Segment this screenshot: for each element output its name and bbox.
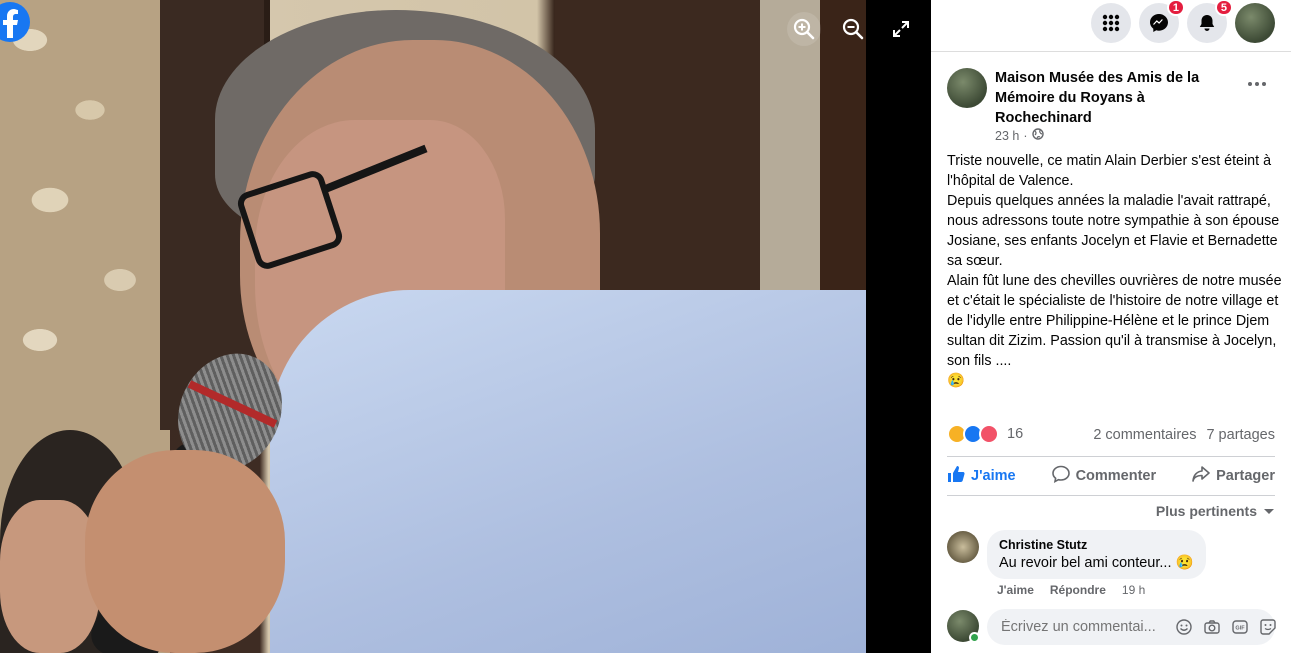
- more-options-icon[interactable]: [1245, 72, 1269, 96]
- zoom-in-icon[interactable]: [787, 12, 821, 46]
- gif-icon[interactable]: GIF: [1231, 618, 1249, 636]
- reactions-summary[interactable]: 16: [947, 424, 1023, 444]
- messenger-icon[interactable]: 1: [1139, 0, 1185, 43]
- sticker-icon[interactable]: [1259, 618, 1277, 636]
- comment-input[interactable]: [999, 618, 1169, 636]
- comment-reply-link[interactable]: Répondre: [1050, 583, 1106, 597]
- post-meta: 23 h ·: [995, 128, 1044, 143]
- comment-author[interactable]: Christine Stutz: [999, 538, 1194, 552]
- comment-bubble: Christine Stutz Au revoir bel ami conteu…: [987, 530, 1206, 579]
- commenter-avatar[interactable]: [947, 531, 979, 563]
- comment-bubble-icon: [1051, 465, 1070, 487]
- post-actions: J'aime Commenter Partager: [947, 456, 1275, 496]
- messenger-badge: 1: [1166, 0, 1185, 16]
- reaction-count: 16: [1007, 426, 1024, 442]
- post-paragraph: Depuis quelques années la maladie l'avai…: [947, 193, 1280, 269]
- sort-label: Plus pertinents: [1155, 503, 1257, 519]
- write-comment-box: GIF: [987, 609, 1277, 645]
- comment-label: Commenter: [1075, 468, 1157, 484]
- facebook-logo-icon[interactable]: [0, 2, 30, 42]
- notifications-badge: 5: [1214, 0, 1233, 16]
- caret-down-icon: [1263, 503, 1275, 519]
- comment-like-link[interactable]: J'aime: [997, 583, 1034, 597]
- post-time[interactable]: 23 h: [995, 129, 1019, 143]
- svg-text:GIF: GIF: [1235, 626, 1245, 632]
- account-avatar[interactable]: [1235, 3, 1275, 43]
- like-button[interactable]: J'aime: [947, 465, 1016, 487]
- thumbs-up-icon: [947, 465, 965, 487]
- page-name[interactable]: Maison Musée des Amis de la Mémoire du R…: [995, 68, 1215, 128]
- share-button[interactable]: Partager: [1192, 465, 1275, 487]
- comment-sort-dropdown[interactable]: Plus pertinents: [1156, 503, 1275, 519]
- globe-icon: [1031, 128, 1044, 143]
- share-label: Partager: [1216, 468, 1275, 484]
- comment-emoji: 😢: [1175, 555, 1194, 571]
- post-stats: 2 commentaires 7 partages: [1093, 427, 1275, 443]
- emoji-icon[interactable]: [1175, 618, 1193, 636]
- share-arrow-icon: [1192, 465, 1210, 487]
- comment-tools: GIF: [1175, 618, 1277, 636]
- menu-grid-icon[interactable]: [1091, 3, 1131, 43]
- post-paragraph: Alain fût lune des chevilles ouvrières d…: [947, 273, 1282, 369]
- post-emoji: 😢: [947, 373, 965, 389]
- post-paragraph: Triste nouvelle, ce matin Alain Derbier …: [947, 153, 1272, 189]
- zoom-out-icon[interactable]: [836, 12, 870, 46]
- camera-icon[interactable]: [1203, 618, 1221, 636]
- comment-actions: J'aime Répondre 19 h: [997, 583, 1145, 597]
- comment-button[interactable]: Commenter: [1051, 465, 1157, 487]
- comment-text: Au revoir bel ami conteur... 😢: [999, 554, 1194, 572]
- photo-viewer: [0, 0, 931, 653]
- comments-count[interactable]: 2 commentaires: [1093, 427, 1196, 443]
- online-status-dot: [969, 632, 980, 643]
- shares-count[interactable]: 7 partages: [1206, 427, 1275, 443]
- post-side-panel: 1 5 Maison Musée des Amis de la Mémoire …: [931, 0, 1291, 653]
- like-label: J'aime: [971, 468, 1016, 484]
- page-avatar[interactable]: [947, 68, 987, 108]
- post-photo: [0, 0, 866, 653]
- fullscreen-icon[interactable]: [884, 12, 918, 46]
- notifications-bell-icon[interactable]: 5: [1187, 0, 1233, 43]
- post-text: Triste nouvelle, ce matin Alain Derbier …: [947, 151, 1282, 391]
- comment-time[interactable]: 19 h: [1122, 583, 1145, 597]
- top-navigation: 1 5: [931, 0, 1291, 52]
- care-reaction-icon: [979, 424, 999, 444]
